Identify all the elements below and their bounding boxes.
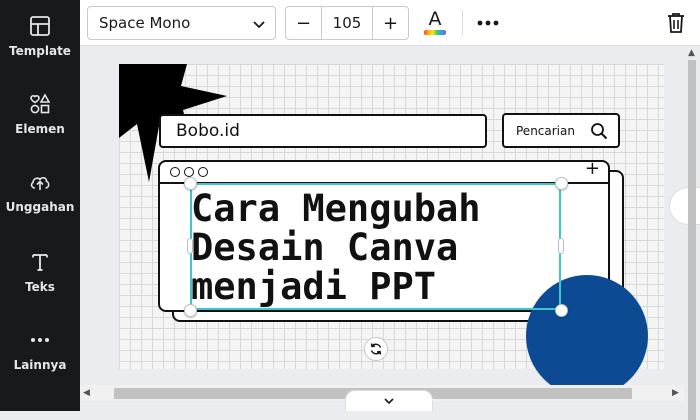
resize-handle-top-right[interactable] xyxy=(555,177,568,190)
resize-handle-top-left[interactable] xyxy=(184,177,197,190)
more-options-button[interactable] xyxy=(473,8,503,38)
cloud-upload-icon xyxy=(30,176,50,190)
chevron-down-icon xyxy=(384,398,394,405)
layout-icon xyxy=(30,16,50,36)
sidebar: Template Elemen Unggahan Teks Lainnya xyxy=(0,0,80,411)
bottom-panel-toggle[interactable] xyxy=(345,390,433,411)
rotate-button[interactable] xyxy=(364,337,388,361)
decrease-font-size-button[interactable]: − xyxy=(286,7,321,39)
window-titlebar: + xyxy=(160,158,608,184)
font-size-stepper: − 105 + xyxy=(285,6,409,40)
resize-handle-bottom-left[interactable] xyxy=(184,304,197,317)
sidebar-item-unggahan[interactable]: Unggahan xyxy=(0,170,80,240)
resize-handle-right[interactable] xyxy=(558,238,564,254)
editor-toolbar: Space Mono − 105 + A xyxy=(80,0,700,46)
mock-search-bar[interactable]: Bobo.id xyxy=(159,114,487,148)
mock-search-button[interactable]: Pencarian xyxy=(502,113,620,148)
trash-icon xyxy=(668,13,684,33)
font-family-dropdown[interactable]: Space Mono xyxy=(87,6,276,40)
scroll-right-arrow-icon[interactable]: ▶ xyxy=(672,388,679,398)
sidebar-item-label: Elemen xyxy=(15,122,65,136)
sidebar-item-lainnya[interactable]: Lainnya xyxy=(0,328,80,398)
window-dot xyxy=(184,167,194,177)
search-bar-text: Bobo.id xyxy=(176,121,240,141)
text-color-letter: A xyxy=(428,8,442,30)
search-icon xyxy=(591,123,608,140)
delete-button[interactable] xyxy=(662,8,690,38)
sidebar-item-label: Teks xyxy=(25,280,55,294)
rotate-icon xyxy=(370,343,382,355)
more-horizontal-icon xyxy=(477,20,499,26)
sidebar-item-label: Unggahan xyxy=(5,200,75,214)
font-family-value: Space Mono xyxy=(99,14,191,32)
sidebar-item-elemen[interactable]: Elemen xyxy=(0,92,80,162)
resize-handle-left[interactable] xyxy=(187,238,193,254)
text-color-button[interactable]: A xyxy=(420,8,450,38)
vertical-scrollbar[interactable]: ▲ xyxy=(684,46,700,420)
vertical-scroll-thumb[interactable] xyxy=(688,60,696,420)
window-dot xyxy=(170,167,180,177)
sidebar-item-label: Template xyxy=(9,44,71,58)
more-dots-icon xyxy=(31,338,49,342)
sidebar-item-template[interactable]: Template xyxy=(0,14,80,84)
sidebar-item-label: Lainnya xyxy=(13,358,67,372)
rainbow-color-bar xyxy=(424,30,446,35)
text-icon xyxy=(32,254,48,271)
font-size-input[interactable]: 105 xyxy=(321,7,373,39)
increase-font-size-button[interactable]: + xyxy=(373,7,408,39)
window-dot xyxy=(198,167,208,177)
sidebar-item-teks[interactable]: Teks xyxy=(0,250,80,320)
scroll-up-arrow-icon[interactable]: ▲ xyxy=(688,48,695,58)
selection-box xyxy=(190,183,561,310)
toolbar-divider xyxy=(462,10,463,36)
search-button-label: Pencarian xyxy=(516,123,575,138)
scroll-left-arrow-icon[interactable]: ◀ xyxy=(83,388,90,398)
window-plus-icon: + xyxy=(584,158,600,179)
resize-handle-bottom-right[interactable] xyxy=(555,304,568,317)
shapes-icon xyxy=(30,93,51,114)
chevron-down-icon xyxy=(253,21,265,29)
